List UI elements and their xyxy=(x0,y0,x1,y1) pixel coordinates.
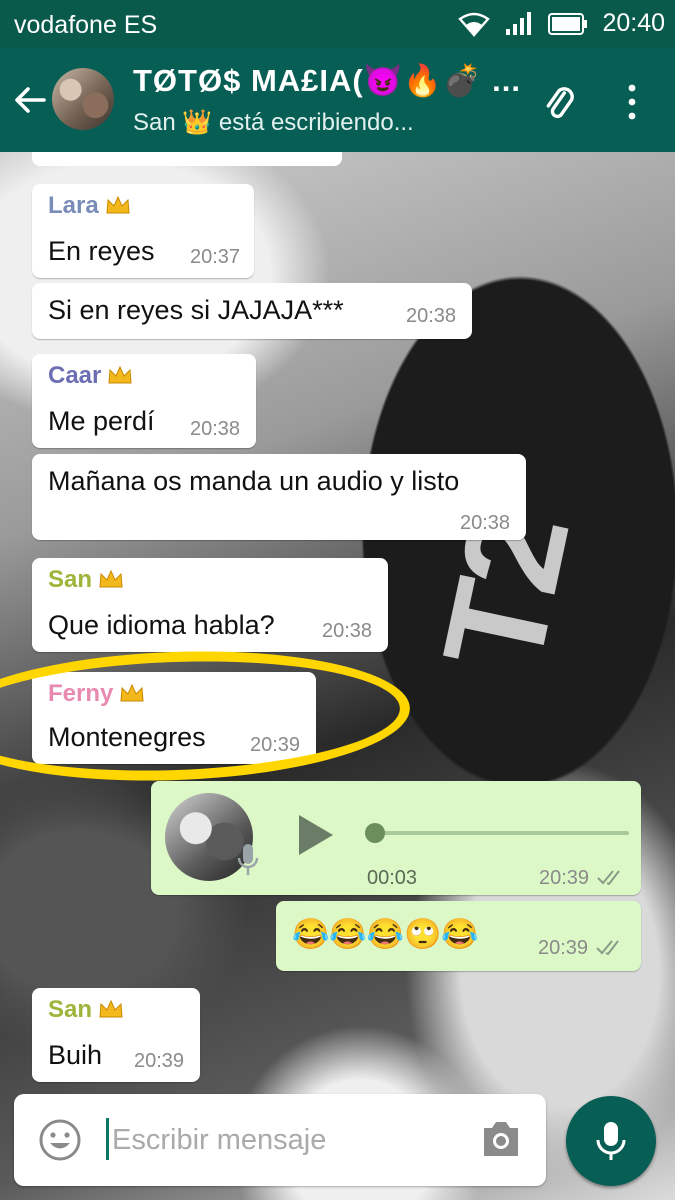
play-icon[interactable] xyxy=(295,813,335,857)
mic-icon xyxy=(237,844,259,875)
emoji-icon[interactable] xyxy=(38,1118,82,1162)
audio-duration: 00:03 xyxy=(367,867,418,889)
clock: 20:40 xyxy=(602,9,665,37)
message-text: Si en reyes si JAJAJA*** xyxy=(48,295,344,325)
battery-icon xyxy=(548,12,588,35)
sender-name: San xyxy=(48,996,124,1024)
message-bubble[interactable]: Mañana os manda un audio y listo 20:38 xyxy=(32,454,526,540)
message-time: 20:38 xyxy=(406,305,457,327)
signal-icon xyxy=(506,11,532,35)
typing-status: San 👑 está escribiendo... xyxy=(133,109,414,136)
microphone-icon xyxy=(596,1122,626,1160)
message-text: Mañana os manda un audio y listo xyxy=(48,466,460,496)
status-bar: vodafone ES 20:40 xyxy=(0,0,675,48)
message-time: 20:38 xyxy=(190,418,241,440)
audio-seek-handle[interactable] xyxy=(365,823,385,843)
message-time: 20:38 xyxy=(460,512,511,534)
voice-record-button[interactable] xyxy=(566,1096,656,1186)
double-check-icon xyxy=(597,870,620,885)
highlight-circle xyxy=(0,643,413,789)
sender-name: Caar xyxy=(48,362,133,390)
back-arrow-icon[interactable] xyxy=(12,82,48,118)
message-time: 20:39 xyxy=(538,937,626,960)
crown-emoji-icon xyxy=(108,365,132,384)
audio-progress-track[interactable] xyxy=(373,831,629,835)
camera-icon[interactable] xyxy=(480,1120,522,1158)
crown-emoji-icon xyxy=(106,195,130,214)
text-cursor xyxy=(106,1118,109,1160)
crown-emoji-icon xyxy=(99,999,123,1018)
message-bubble-partial xyxy=(32,152,342,166)
message-time: 20:39 xyxy=(134,1050,185,1072)
message-text: En reyes xyxy=(48,236,155,266)
message-composer xyxy=(14,1094,546,1186)
message-bubble[interactable]: Lara En reyes 20:37 xyxy=(32,184,254,278)
wifi-icon xyxy=(458,12,491,37)
message-bubble[interactable]: San Que idioma habla? 20:38 xyxy=(32,558,388,652)
group-name[interactable]: TØTØ$ MA£IA(😈🔥💣 ... xyxy=(133,62,521,99)
message-time: 20:37 xyxy=(190,246,241,268)
message-bubble[interactable]: Si en reyes si JAJAJA*** 20:38 xyxy=(32,283,472,339)
message-text: 😂😂😂🙄😂 xyxy=(292,918,479,951)
message-bubble[interactable]: San Buih 20:39 xyxy=(32,988,200,1082)
sender-name: Lara xyxy=(48,192,131,220)
double-check-icon xyxy=(596,940,619,955)
chat-area[interactable]: T2 Lara En reyes 20:37 Si en reyes si JA… xyxy=(0,152,675,1200)
message-bubble[interactable]: Caar Me perdí 20:38 xyxy=(32,354,256,448)
status-icons: 20:40 xyxy=(458,9,665,38)
message-text: Buih xyxy=(48,1040,103,1070)
paperclip-icon[interactable] xyxy=(538,82,580,124)
sender-name: San xyxy=(48,566,124,594)
chat-header: TØTØ$ MA£IA(😈🔥💣 ... San 👑 está escribien… xyxy=(0,48,675,152)
message-time: 20:39 xyxy=(539,867,627,890)
more-options-icon[interactable] xyxy=(620,82,644,122)
audio-message-bubble[interactable]: 00:03 20:39 xyxy=(151,781,641,895)
crown-emoji-icon xyxy=(99,569,123,588)
message-text: Me perdí xyxy=(48,406,155,436)
message-input[interactable] xyxy=(110,1118,474,1162)
message-text: Que idioma habla? xyxy=(48,610,275,640)
group-avatar[interactable] xyxy=(52,68,114,130)
message-time: 20:38 xyxy=(322,620,373,642)
carrier-name: vodafone ES xyxy=(14,11,158,39)
message-bubble[interactable]: 😂😂😂🙄😂 20:39 xyxy=(276,901,641,971)
